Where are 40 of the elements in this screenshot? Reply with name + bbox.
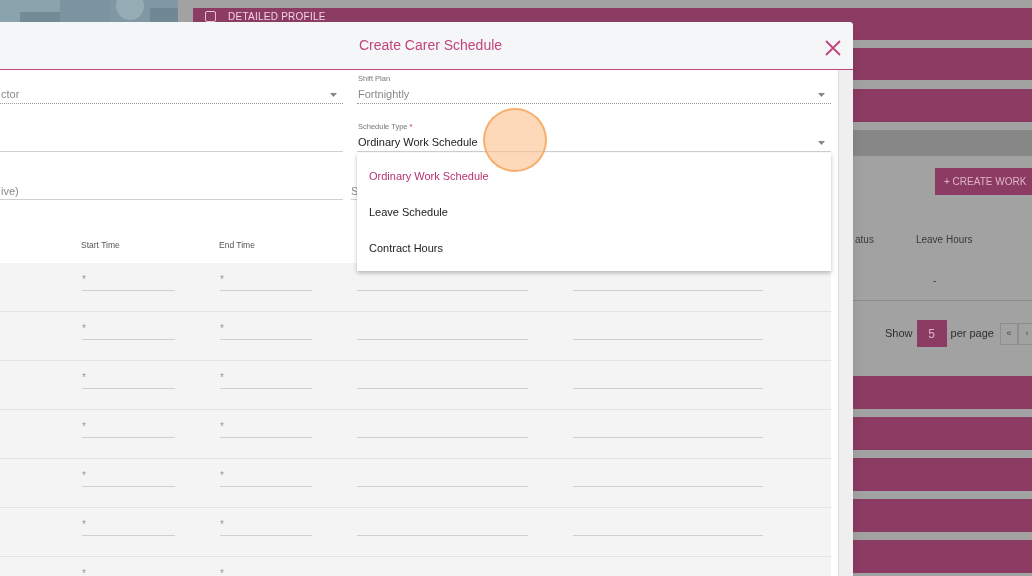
input-field[interactable]: * bbox=[220, 563, 312, 576]
column-header: Start Time bbox=[81, 239, 121, 252]
close-button[interactable] bbox=[824, 39, 842, 57]
column-header: End Time bbox=[219, 239, 255, 252]
table-cell: - bbox=[933, 275, 937, 286]
input-field[interactable]: * bbox=[82, 563, 175, 576]
input-field[interactable]: * bbox=[220, 416, 312, 438]
show-label: Show bbox=[885, 326, 913, 342]
input-field[interactable]: * bbox=[82, 416, 175, 438]
create-button[interactable]: + CREATE WORK bbox=[935, 168, 1032, 195]
caret-icon bbox=[330, 92, 337, 97]
input-field[interactable]: * bbox=[220, 514, 312, 536]
input-field[interactable]: * bbox=[82, 465, 175, 487]
column-header: Leave Hours bbox=[915, 233, 973, 247]
pagination-button[interactable]: ‹ bbox=[1017, 322, 1032, 345]
column-header: atus bbox=[855, 233, 874, 247]
per-page-label: per page bbox=[950, 326, 994, 342]
input-field[interactable]: * bbox=[82, 514, 175, 536]
pagination-button[interactable]: « bbox=[999, 322, 1018, 345]
close-icon bbox=[824, 39, 842, 57]
input-field[interactable]: * bbox=[220, 318, 312, 340]
dropdown-option[interactable]: Contract Hours bbox=[357, 230, 831, 266]
page-size-select[interactable]: 5 bbox=[916, 320, 947, 347]
input-field[interactable]: * bbox=[82, 367, 175, 389]
dropdown-option[interactable]: Ordinary Work Schedule bbox=[357, 158, 831, 194]
input-field[interactable]: * bbox=[82, 269, 175, 291]
input-field[interactable]: * bbox=[220, 465, 312, 487]
input-field[interactable]: * bbox=[82, 318, 175, 340]
caret-icon bbox=[818, 92, 825, 97]
input-field[interactable]: ive) bbox=[0, 182, 343, 200]
select-field: ctor bbox=[0, 86, 343, 104]
scrollbar[interactable] bbox=[838, 70, 853, 576]
section-title: DETAILED PROFILE bbox=[228, 11, 326, 22]
select-field: Fortnightly bbox=[357, 86, 831, 104]
input-field[interactable]: * bbox=[220, 367, 312, 389]
select-field[interactable]: Ordinary Work Schedule bbox=[357, 134, 831, 152]
dropdown-option[interactable]: Leave Schedule bbox=[357, 194, 831, 230]
input-field[interactable]: * bbox=[220, 269, 312, 291]
dialog-title: Create Carer Schedule bbox=[358, 36, 503, 55]
caret-icon bbox=[818, 140, 825, 145]
